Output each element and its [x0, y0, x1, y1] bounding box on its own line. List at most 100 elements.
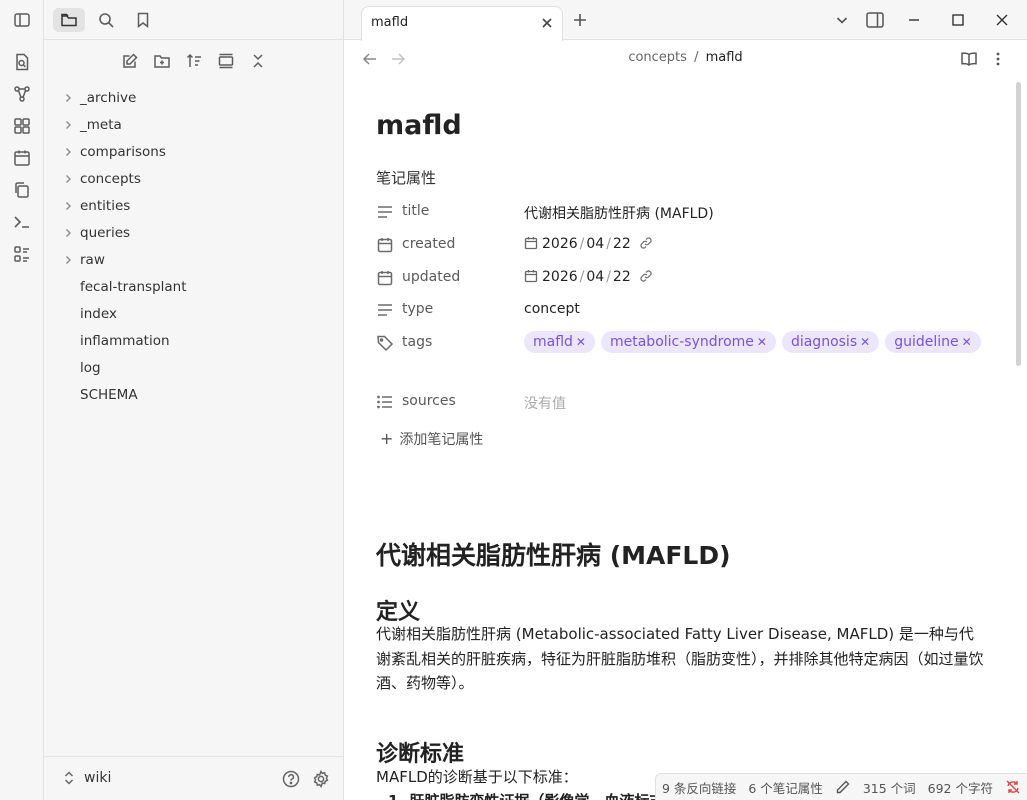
property-date-value[interactable]: 2026/04/22 — [524, 269, 653, 285]
date-day: 22 — [612, 269, 631, 285]
word-count: 315 个词 — [862, 780, 916, 796]
tree-item-label: _meta — [80, 116, 122, 133]
folder-item[interactable]: _archive — [44, 84, 344, 111]
file-item[interactable]: SCHEMA — [44, 381, 344, 408]
property-updated: updated 2026/04/22 — [376, 262, 986, 294]
tree-item-label: comparisons — [80, 143, 166, 160]
property-name[interactable]: tags — [402, 334, 432, 350]
reading-view-icon[interactable] — [960, 50, 978, 68]
folder-item[interactable]: _meta — [44, 111, 344, 138]
chevron-down-icon[interactable] — [835, 13, 849, 27]
sync-error-icon[interactable] — [1005, 779, 1021, 795]
file-item[interactable]: log — [44, 354, 344, 381]
chevron-right-icon[interactable] — [63, 201, 73, 211]
heading-1[interactable]: 代谢相关脂肪性肝病 (MAFLD) — [376, 536, 731, 572]
sort-icon[interactable] — [183, 51, 205, 71]
criteria-intro[interactable]: MAFLD的诊断基于以下标准： — [376, 766, 578, 787]
remove-tag-icon[interactable]: ✕ — [860, 335, 870, 349]
remove-tag-icon[interactable]: ✕ — [962, 335, 972, 349]
property-name[interactable]: title — [402, 203, 429, 219]
tag-pill[interactable]: mafld ✕ — [524, 331, 595, 353]
tab-mafld[interactable]: mafld — [361, 6, 563, 41]
chevron-right-icon[interactable] — [63, 228, 73, 238]
properties-heading[interactable]: 笔记属性 — [376, 167, 436, 188]
copy-icon[interactable] — [12, 180, 32, 200]
chevron-right-icon[interactable] — [63, 93, 73, 103]
tag-label: mafld — [533, 334, 573, 350]
collapse-all-icon[interactable] — [247, 51, 269, 71]
tag-pill[interactable]: metabolic-syndrome ✕ — [600, 331, 776, 353]
edit-pencil-icon[interactable] — [835, 779, 851, 795]
remove-tag-icon[interactable]: ✕ — [757, 335, 767, 349]
vault-switch-icon[interactable] — [62, 770, 76, 786]
settings-gear-icon[interactable] — [311, 769, 331, 789]
list-number: 1. — [388, 792, 404, 800]
calendar-icon[interactable] — [12, 148, 32, 168]
link-icon[interactable] — [639, 236, 653, 250]
bookmark-icon[interactable] — [127, 8, 159, 32]
property-name[interactable]: sources — [402, 393, 456, 409]
help-icon[interactable] — [281, 769, 301, 789]
more-options-icon[interactable] — [989, 50, 1007, 68]
terminal-icon[interactable] — [12, 212, 32, 232]
minimize-icon[interactable] — [907, 13, 921, 27]
folder-item[interactable]: entities — [44, 192, 344, 219]
property-empty-value[interactable]: 没有值 — [524, 393, 566, 413]
close-window-icon[interactable] — [995, 13, 1009, 27]
canvas-icon[interactable] — [12, 116, 32, 136]
add-property-button[interactable]: + 添加笔记属性 — [380, 429, 483, 449]
graph-view-icon[interactable] — [12, 84, 32, 104]
properties-count[interactable]: 6 个笔记属性 — [748, 778, 822, 797]
property-tags: tags mafld ✕ metabolic-syndrome ✕ diagnosis ✕… — [376, 327, 986, 359]
date-month: 04 — [586, 236, 605, 252]
chevron-right-icon[interactable] — [63, 120, 73, 130]
list-grid-icon[interactable] — [12, 244, 32, 264]
close-tab-icon[interactable] — [540, 16, 554, 30]
search-icon[interactable] — [90, 8, 122, 32]
breadcrumb-folder[interactable]: concepts — [628, 50, 687, 65]
link-icon[interactable] — [639, 269, 653, 283]
property-name[interactable]: created — [402, 236, 455, 252]
vault-name[interactable]: wiki — [84, 770, 111, 786]
chevron-right-icon[interactable] — [63, 174, 73, 184]
tag-pill[interactable]: diagnosis ✕ — [781, 331, 880, 353]
chevron-right-icon[interactable] — [63, 255, 73, 265]
definition-paragraph[interactable]: 代谢相关脂肪性肝病 (Metabolic-associated Fatty Li… — [376, 622, 986, 696]
right-sidebar-toggle-icon[interactable] — [865, 11, 885, 29]
date-icon — [524, 269, 538, 283]
file-item[interactable]: fecal-transplant — [44, 273, 344, 300]
breadcrumb-separator: / — [694, 50, 699, 65]
char-count: 692 个字符 — [927, 780, 993, 796]
property-name[interactable]: updated — [402, 269, 460, 285]
chevron-right-icon[interactable] — [63, 147, 73, 157]
property-value[interactable]: concept — [524, 301, 580, 317]
tree-item-label: inflammation — [80, 332, 170, 349]
new-tab-icon[interactable] — [572, 12, 588, 28]
file-item[interactable]: inflammation — [44, 327, 344, 354]
new-note-icon[interactable] — [119, 51, 141, 71]
new-folder-icon[interactable] — [151, 51, 173, 71]
tree-item-label: raw — [80, 251, 105, 268]
folder-item[interactable]: concepts — [44, 165, 344, 192]
criteria-list-item[interactable]: 1. 肝脏脂肪变性证据（影像学、血液标志 — [388, 790, 664, 800]
view-header: concepts / mafld — [344, 40, 1027, 78]
breadcrumb-file[interactable]: mafld — [706, 50, 743, 65]
property-date-value[interactable]: 2026/04/22 — [524, 236, 653, 252]
tag-pill[interactable]: guideline ✕ — [885, 331, 981, 353]
property-name[interactable]: type — [402, 301, 433, 317]
heading-criteria[interactable]: 诊断标准 — [376, 736, 464, 768]
property-value[interactable]: 代谢相关脂肪性肝病 (MAFLD) — [524, 203, 714, 223]
files-tab-icon[interactable] — [53, 8, 85, 32]
folder-item[interactable]: comparisons — [44, 138, 344, 165]
remove-tag-icon[interactable]: ✕ — [576, 335, 586, 349]
note-title[interactable]: mafld — [376, 110, 462, 141]
file-item[interactable]: index — [44, 300, 344, 327]
folder-item[interactable]: raw — [44, 246, 344, 273]
scrollbar[interactable] — [1016, 82, 1021, 366]
backlinks-count[interactable]: 9 条反向链接 — [662, 778, 736, 797]
maximize-icon[interactable] — [951, 13, 965, 27]
sidebar-toggle-icon[interactable] — [6, 8, 38, 32]
folder-item[interactable]: queries — [44, 219, 344, 246]
auto-reveal-icon[interactable] — [215, 51, 237, 71]
search-file-icon[interactable] — [12, 52, 32, 72]
